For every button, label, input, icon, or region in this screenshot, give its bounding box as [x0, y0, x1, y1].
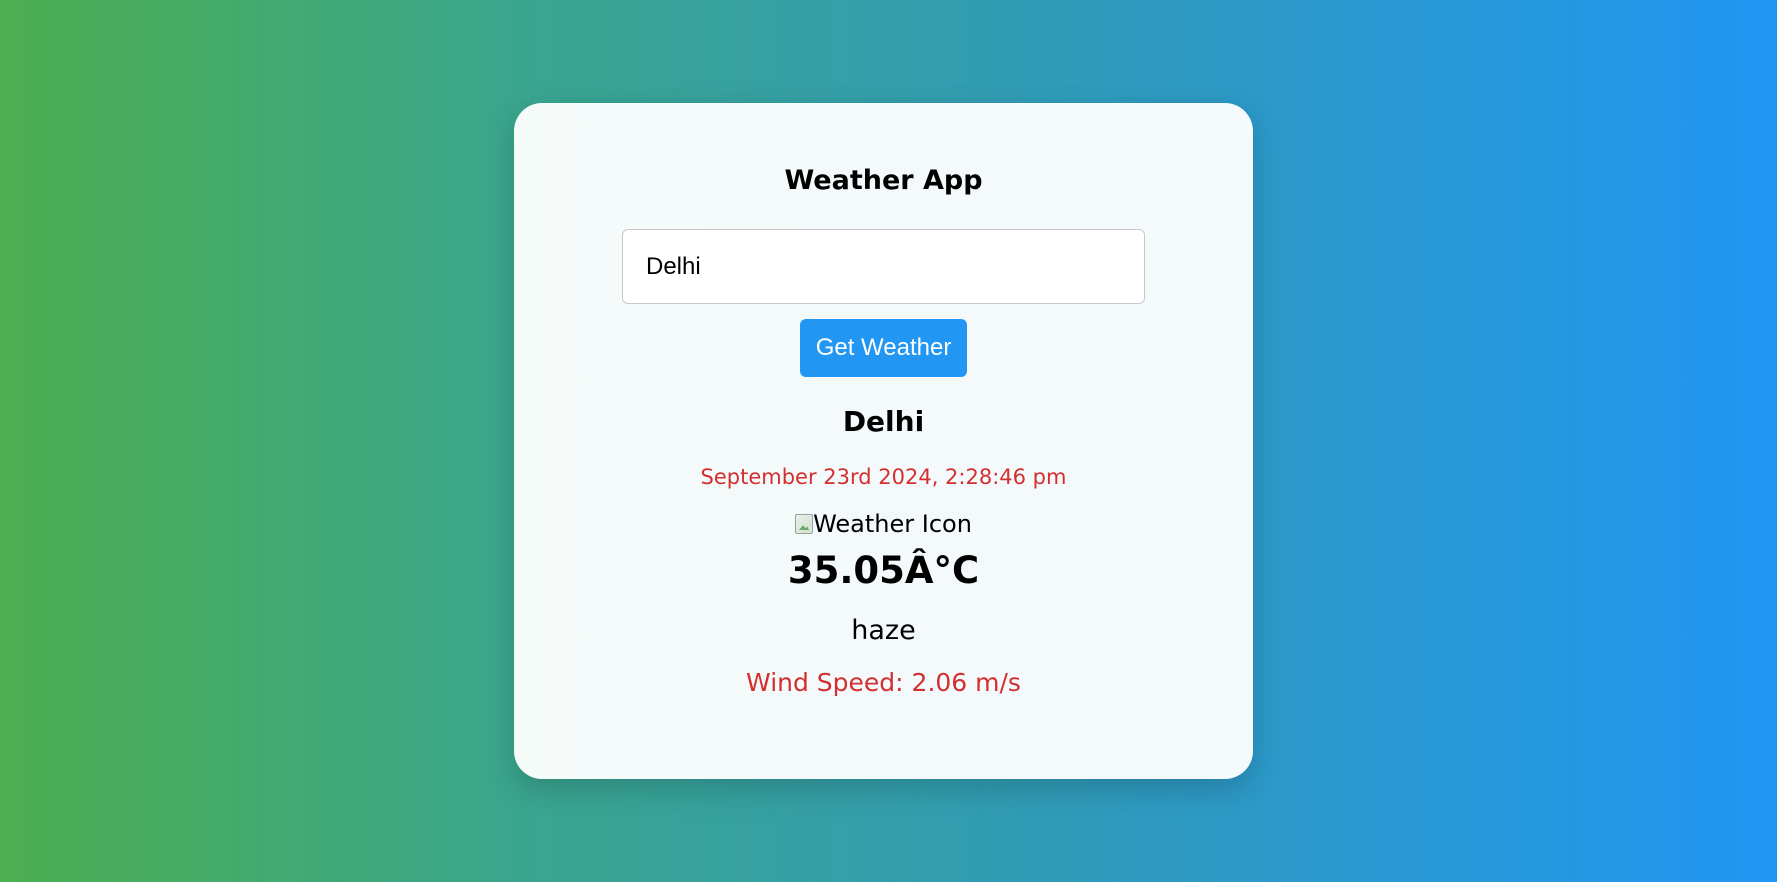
- get-weather-button[interactable]: Get Weather: [799, 319, 968, 377]
- weather-icon: Weather Icon: [795, 510, 972, 538]
- city-name: Delhi: [842, 405, 925, 438]
- date-time: September 23rd 2024, 2:28:46 pm: [700, 465, 1067, 489]
- weather-icon-alt-text: Weather Icon: [813, 510, 972, 538]
- wind-speed: Wind Speed: 2.06 m/s: [746, 668, 1021, 697]
- temperature: 35.05Â°C: [787, 549, 980, 592]
- page-background: { "app": { "title": "Weather App" }, "se…: [0, 0, 1777, 882]
- city-search-input[interactable]: [622, 229, 1145, 304]
- weather-card: Weather App Get Weather Delhi September …: [514, 103, 1253, 779]
- weather-description: haze: [851, 615, 916, 646]
- broken-image-icon: [795, 514, 814, 534]
- app-title: Weather App: [784, 165, 983, 196]
